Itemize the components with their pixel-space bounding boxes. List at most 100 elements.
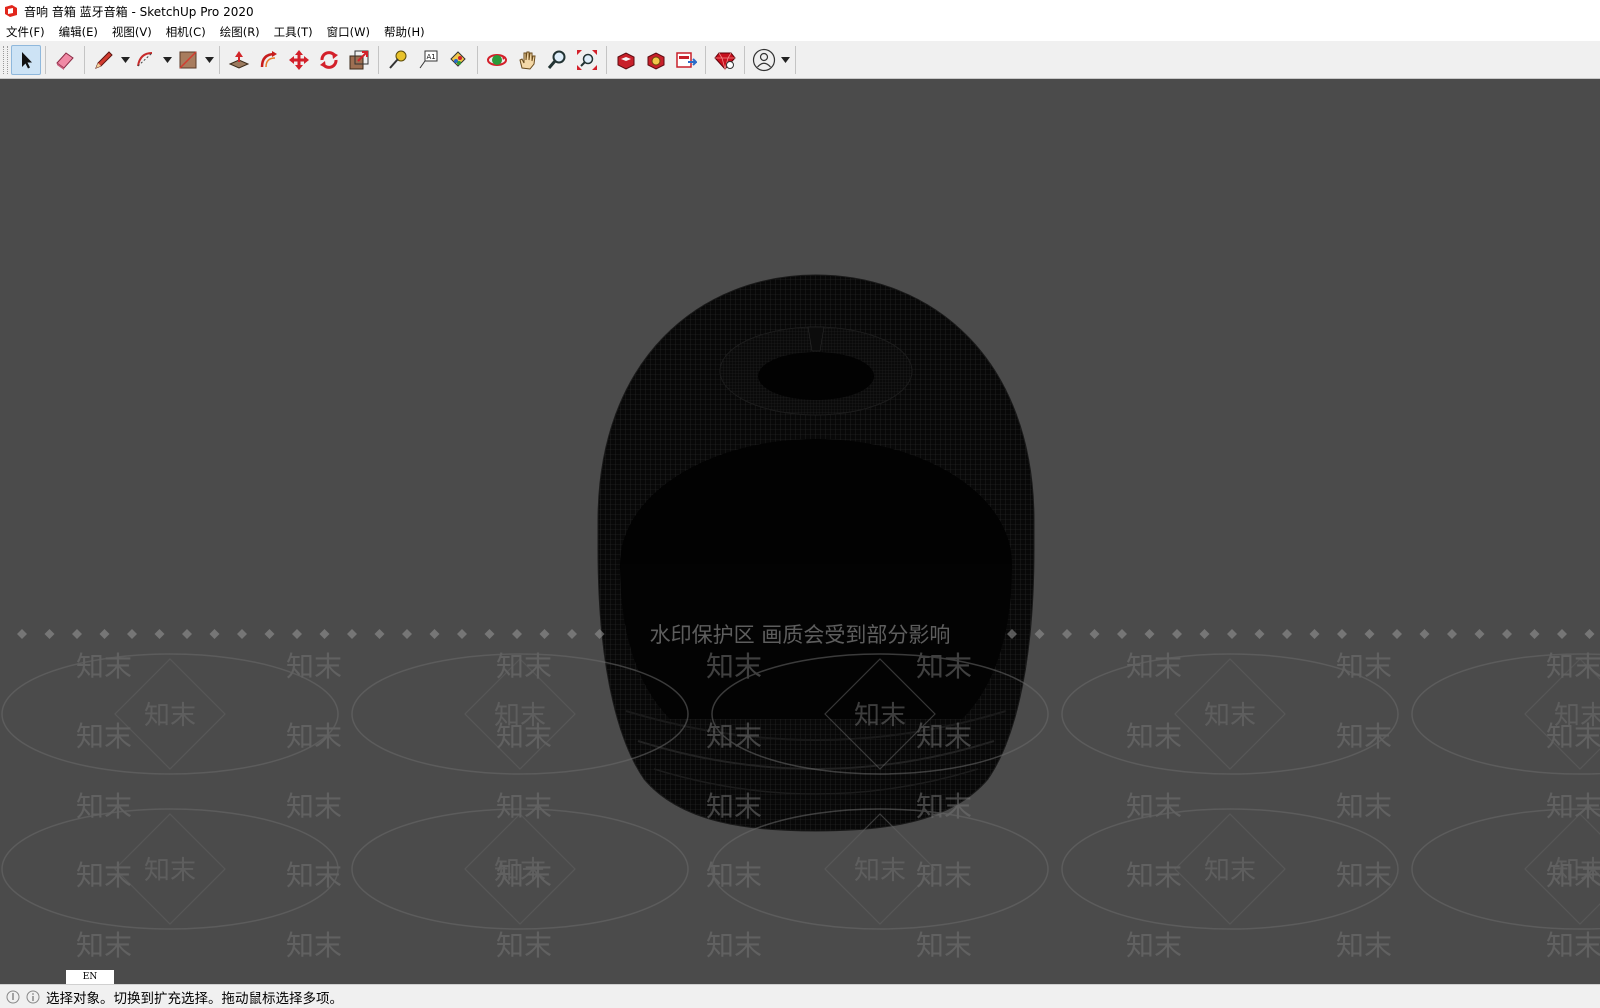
watermark-diamond — [429, 629, 440, 639]
menu-draw[interactable]: 绘图(R) — [220, 24, 260, 40]
info-icon[interactable] — [26, 990, 40, 1004]
watermark-diamond — [154, 629, 165, 639]
account-button[interactable] — [749, 45, 779, 75]
select-tool-button[interactable] — [11, 44, 41, 75]
rectangle-tool-button[interactable] — [173, 45, 203, 75]
toolbar-separator — [606, 45, 607, 74]
watermark-diamond — [17, 629, 27, 639]
paint-bucket-tool-button[interactable] — [443, 45, 473, 75]
watermark-tile-text: 知末 — [76, 859, 132, 892]
watermark-diamond — [72, 629, 82, 639]
watermark-tile-text: 知末 — [1546, 720, 1600, 753]
scale-tool-button[interactable] — [344, 45, 374, 75]
pan-tool-button[interactable] — [512, 45, 542, 75]
eraser-tool-button[interactable] — [50, 45, 80, 75]
layout-icon — [676, 51, 697, 68]
ruby-gem-icon — [714, 52, 736, 71]
menu-camera[interactable]: 相机(C) — [166, 24, 206, 40]
watermark-tile-text: 知末 — [916, 790, 972, 823]
watermark-tile-text: 知末 — [1336, 720, 1392, 753]
watermark-tile-text: 知末 — [1546, 929, 1600, 962]
watermark-tile-text: 知末 — [916, 650, 972, 683]
watermark-tile-text: 知末 — [144, 701, 196, 731]
rotate-tool-button[interactable] — [314, 45, 344, 75]
watermark-diamond — [1199, 629, 1210, 639]
send-to-layout-button[interactable] — [671, 45, 701, 75]
pencil-icon — [95, 50, 113, 69]
watermark-diamond — [567, 629, 577, 639]
menu-view[interactable]: 视图(V) — [112, 24, 152, 40]
watermark-tile-text: 知末 — [916, 929, 972, 962]
geo-location-icon[interactable] — [6, 990, 20, 1004]
menu-tools[interactable]: 工具(T) — [274, 24, 313, 40]
menu-file[interactable]: 文件(F) — [6, 24, 45, 40]
modeling-viewport[interactable]: 水印保护区 画质会受到部分影响 知末 知末 知末 知末 知末 知末 知末 知末 知末 知末 知末 知末知… — [0, 79, 1600, 984]
watermark-tile-text: 知末 — [1126, 929, 1182, 962]
extension-manager-button[interactable] — [710, 45, 740, 75]
watermark-diamond — [1557, 629, 1567, 639]
arc-tool-button[interactable] — [131, 45, 161, 75]
status-bar: 选择对象。切换到扩充选择。拖动鼠标选择多项。 — [0, 984, 1600, 1008]
paint-bucket-icon — [450, 50, 466, 67]
watermark-diamond — [319, 629, 330, 639]
toolbar-separator — [45, 45, 46, 74]
watermark-tile-text: 知末 — [1546, 859, 1600, 892]
watermark-tile-text: 知末 — [1126, 650, 1182, 683]
watermark-tile-text: 知末 — [496, 790, 552, 823]
arc-icon — [137, 51, 153, 66]
watermark-diamond — [1364, 629, 1375, 639]
extension-warehouse-icon — [647, 51, 665, 70]
watermark-diamond — [1392, 629, 1402, 639]
watermark-tile-text: 知末 — [286, 790, 342, 823]
sketchup-logo-icon — [5, 5, 17, 17]
watermark-diamond — [457, 629, 467, 639]
watermark-tile-text: 知末 — [286, 650, 342, 683]
line-tool-dropdown[interactable] — [119, 45, 131, 75]
watermark-tile-text: 知末 — [706, 790, 762, 823]
push-pull-tool-button[interactable] — [224, 45, 254, 75]
watermark-diamond — [127, 629, 137, 639]
toolbar-grip[interactable] — [3, 45, 8, 74]
text-icon: A1 — [419, 50, 438, 68]
svg-text:A1: A1 — [427, 53, 436, 61]
toolbar-separator — [378, 45, 379, 74]
watermark-tile-text: 知末 — [496, 859, 552, 892]
orbit-tool-button[interactable] — [482, 45, 512, 75]
line-tool-button[interactable] — [89, 45, 119, 75]
watermark-diamond — [374, 629, 385, 639]
menu-help[interactable]: 帮助(H) — [384, 24, 425, 40]
watermark-diamond — [1502, 629, 1512, 639]
offset-tool-button[interactable] — [254, 45, 284, 75]
select-arrow-icon — [22, 51, 32, 68]
top-cap-center — [758, 352, 874, 400]
move-icon — [289, 49, 309, 70]
offset-icon — [260, 50, 277, 67]
3d-warehouse-button[interactable] — [611, 45, 641, 75]
toolbar-separator — [744, 45, 745, 74]
language-label: EN — [82, 972, 98, 982]
watermark-tile-text: 知末 — [916, 720, 972, 753]
viewport-canvas[interactable]: 水印保护区 画质会受到部分影响知末 知末 知末 知末 知末知末 知末 知末 知末 知末知末 知末知… — [0, 79, 1600, 984]
watermark-diamond — [1584, 629, 1595, 639]
watermark-tile-text: 知末 — [286, 720, 342, 753]
watermark-diamond — [1117, 629, 1127, 639]
rectangle-tool-dropdown[interactable] — [203, 45, 215, 75]
move-tool-button[interactable] — [284, 45, 314, 75]
menu-window[interactable]: 窗口(W) — [327, 24, 370, 40]
account-dropdown[interactable] — [779, 45, 791, 75]
watermark-tile-text: 知末 — [286, 929, 342, 962]
zoom-icon — [547, 50, 566, 69]
menu-edit[interactable]: 编辑(E) — [59, 24, 98, 40]
text-tool-button[interactable]: A1 — [413, 45, 443, 75]
extension-warehouse-button[interactable] — [641, 45, 671, 75]
push-pull-icon — [228, 50, 250, 69]
tape-measure-tool-button[interactable] — [383, 45, 413, 75]
zoom-extents-tool-button[interactable] — [572, 45, 602, 75]
arc-tool-dropdown[interactable] — [161, 45, 173, 75]
watermark-diamond — [402, 629, 412, 639]
zoom-tool-button[interactable] — [542, 45, 572, 75]
watermark-tile-text: 知末 — [706, 720, 762, 753]
input-language-indicator[interactable]: EN — [66, 970, 114, 984]
toolbar-separator — [795, 45, 796, 74]
watermark-tile-text: 知末 — [496, 929, 552, 962]
